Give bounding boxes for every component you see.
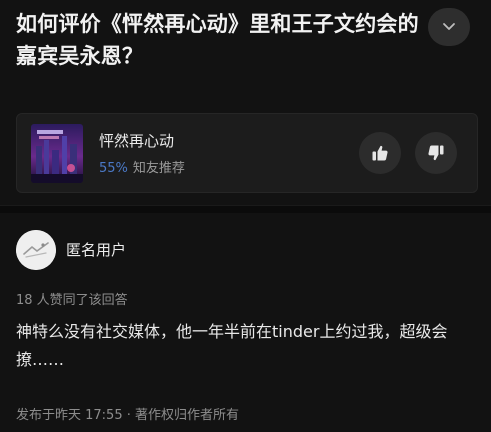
downvote-button[interactable]	[415, 132, 457, 174]
chevron-down-icon	[443, 23, 455, 30]
rating-label: 知友推荐	[132, 161, 185, 176]
show-card[interactable]: 怦然再心动 55% 知友推荐	[16, 113, 478, 193]
rating-percent: 55%	[99, 161, 128, 176]
thumbs-down-icon	[428, 145, 444, 161]
section-divider	[0, 205, 491, 213]
show-poster[interactable]	[31, 124, 83, 183]
show-rating: 55% 知友推荐	[99, 157, 185, 176]
question-title: 如何评价《怦然再心动》里和王子文约会的嘉宾吴永恩？	[16, 12, 419, 68]
thumbs-up-icon	[372, 145, 388, 161]
answer-footer: 发布于昨天 17:55 · 著作权归作者所有	[16, 408, 239, 423]
answer-body: 神特么没有社交媒体，他一年半前在tinder上约过我，超级会撩……	[16, 322, 448, 369]
show-name[interactable]: 怦然再心动	[99, 130, 174, 151]
avatar[interactable]	[16, 230, 56, 270]
agree-count: 18 人赞同了该回答	[16, 293, 128, 308]
collapse-button[interactable]	[428, 8, 470, 46]
author-name[interactable]: 匿名用户	[66, 239, 126, 260]
upvote-button[interactable]	[359, 132, 401, 174]
